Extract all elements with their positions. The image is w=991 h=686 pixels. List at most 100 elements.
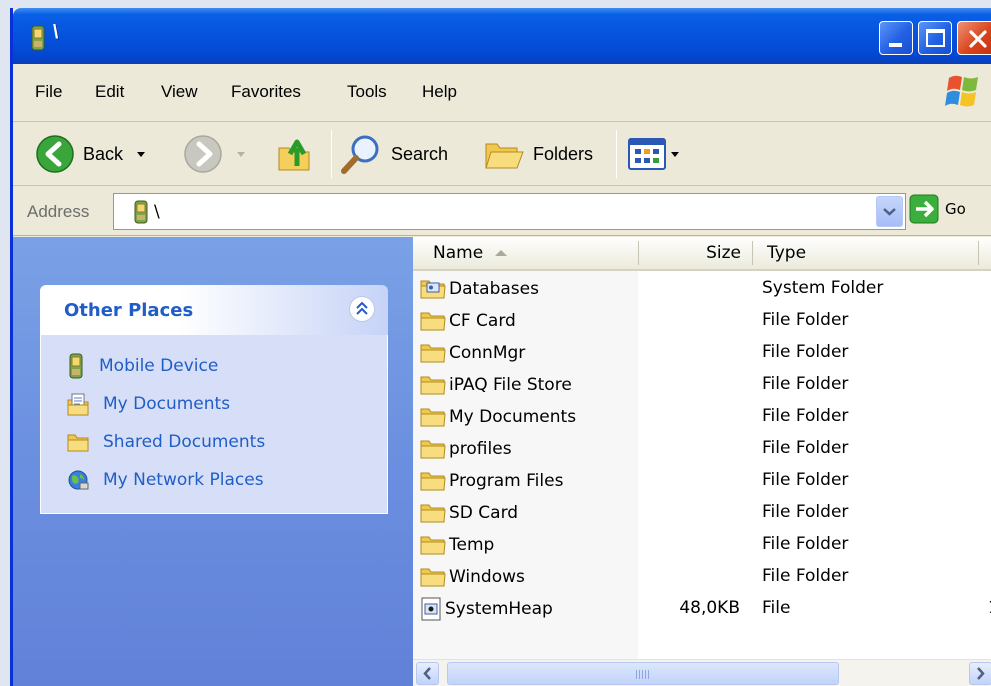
close-button[interactable]	[957, 21, 991, 55]
forward-button[interactable]	[183, 130, 245, 178]
file-row[interactable]: Windows File Folder	[413, 561, 991, 593]
other-places-panel: Other Places Mobile Device My Documents …	[40, 285, 388, 514]
file-name-cell[interactable]: SD Card	[420, 497, 518, 529]
file-row[interactable]: CF Card File Folder	[413, 305, 991, 337]
network-places-icon	[68, 470, 89, 490]
mobile-device-icon	[31, 25, 45, 56]
back-button[interactable]: Back	[35, 130, 146, 178]
column-header-name[interactable]: Name	[433, 237, 508, 269]
toolbar-separator	[616, 130, 617, 178]
menu-file[interactable]: File	[35, 82, 62, 102]
go-button[interactable]: Go	[909, 194, 966, 224]
address-bar: Address \ Go	[13, 186, 991, 236]
file-name-cell[interactable]: CF Card	[420, 305, 516, 337]
folder-icon	[420, 342, 446, 364]
file-name: profiles	[449, 439, 512, 459]
sort-ascending-icon	[495, 250, 508, 256]
back-dropdown-icon[interactable]	[137, 151, 146, 157]
file-row[interactable]: SystemHeap48,0KBFile1	[413, 593, 991, 625]
file-name-cell[interactable]: Databases	[420, 273, 539, 305]
file-row[interactable]: Program Files File Folder	[413, 465, 991, 497]
place-my-documents[interactable]: My Documents	[67, 391, 230, 417]
file-row[interactable]: SD Card File Folder	[413, 497, 991, 529]
folder-icon	[420, 502, 446, 524]
menu-help[interactable]: Help	[422, 82, 457, 102]
file-name-cell[interactable]: My Documents	[420, 401, 576, 433]
file-type: File Folder	[762, 470, 849, 490]
file-type: File Folder	[762, 310, 849, 330]
explorer-window: \ File Edit View Favorites Tools Help Ba…	[10, 8, 991, 686]
folders-button[interactable]: Folders	[483, 130, 593, 178]
file-type: File Folder	[762, 534, 849, 554]
column-header-type[interactable]: Type	[767, 237, 806, 269]
file-name-cell[interactable]: iPAQ File Store	[420, 369, 572, 401]
up-folder-button[interactable]	[275, 130, 315, 178]
file-name-cell[interactable]: SystemHeap	[420, 593, 553, 625]
place-label: Mobile Device	[99, 356, 219, 376]
file-row[interactable]: profiles File Folder	[413, 433, 991, 465]
views-button[interactable]	[627, 130, 679, 178]
column-divider[interactable]	[752, 241, 753, 265]
menu-view[interactable]: View	[161, 82, 198, 102]
place-shared-documents[interactable]: Shared Documents	[67, 429, 265, 455]
file-name-cell[interactable]: ConnMgr	[420, 337, 525, 369]
file-row[interactable]: Databases System Folder	[413, 273, 991, 305]
scroll-left-button[interactable]	[416, 662, 439, 685]
forward-dropdown-icon	[237, 151, 245, 157]
folder-icon	[420, 310, 446, 332]
title-bar[interactable]: \	[13, 8, 991, 64]
views-icon	[628, 138, 666, 170]
file-size	[638, 369, 740, 401]
other-places-header[interactable]: Other Places	[40, 285, 388, 335]
file-type: System Folder	[762, 278, 884, 298]
file-type: File Folder	[762, 374, 849, 394]
place-my-network-places[interactable]: My Network Places	[67, 467, 264, 493]
scroll-thumb[interactable]	[447, 662, 839, 685]
address-input[interactable]: \	[113, 193, 906, 230]
horizontal-scrollbar[interactable]	[413, 659, 991, 686]
file-type: File Folder	[762, 342, 849, 362]
folder-icon	[420, 374, 446, 396]
file-name: Temp	[449, 535, 495, 555]
file-row[interactable]: ConnMgr File Folder	[413, 337, 991, 369]
file-name: Program Files	[449, 471, 564, 491]
file-row[interactable]: iPAQ File Store File Folder	[413, 369, 991, 401]
file-name-cell[interactable]: Temp	[420, 529, 494, 561]
file-name-cell[interactable]: profiles	[420, 433, 512, 465]
chevron-up-icon	[356, 301, 368, 315]
address-dropdown-button[interactable]	[876, 196, 903, 227]
menu-favorites[interactable]: Favorites	[231, 82, 301, 102]
column-name-label: Name	[433, 243, 484, 263]
menu-edit[interactable]: Edit	[95, 82, 124, 102]
chevron-left-icon	[423, 667, 431, 680]
search-button[interactable]: Search	[339, 130, 448, 178]
file-name: iPAQ File Store	[449, 375, 572, 395]
scroll-right-button[interactable]	[969, 662, 991, 685]
file-name-cell[interactable]: Windows	[420, 561, 525, 593]
system-folder-icon	[420, 278, 446, 300]
file-size	[638, 465, 740, 497]
back-label: Back	[83, 143, 124, 164]
file-name: SD Card	[449, 503, 519, 523]
file-type: File Folder	[762, 438, 849, 458]
place-mobile-device[interactable]: Mobile Device	[67, 353, 218, 379]
column-divider[interactable]	[978, 241, 979, 265]
address-label: Address	[27, 202, 90, 221]
file-row[interactable]: My Documents File Folder	[413, 401, 991, 433]
minimize-button[interactable]	[879, 21, 913, 55]
file-row[interactable]: Temp File Folder	[413, 529, 991, 561]
collapse-button[interactable]	[349, 296, 375, 322]
maximize-icon	[926, 29, 945, 47]
search-label: Search	[391, 143, 449, 164]
menu-tools[interactable]: Tools	[347, 82, 387, 102]
folders-label: Folders	[533, 143, 594, 164]
other-places-list: Mobile Device My Documents Shared Docume…	[40, 335, 388, 514]
views-dropdown-icon[interactable]	[671, 151, 679, 157]
file-name-cell[interactable]: Program Files	[420, 465, 563, 497]
maximize-button[interactable]	[918, 21, 952, 55]
chevron-down-icon	[883, 208, 896, 216]
column-header-size[interactable]: Size	[639, 237, 741, 269]
shared-folder-icon	[67, 434, 89, 452]
folders-icon	[485, 143, 524, 169]
toolbar-separator	[331, 130, 332, 178]
